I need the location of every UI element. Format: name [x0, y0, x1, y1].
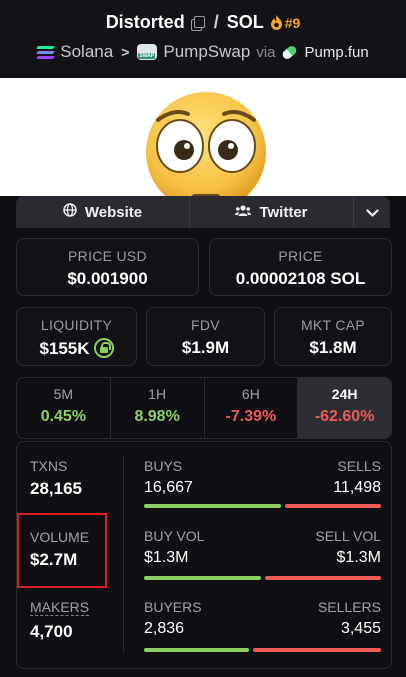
pumpfun-icon [280, 43, 298, 61]
sellers-value: 3,455 [340, 620, 381, 637]
makers-value: 4,700 [30, 622, 73, 641]
liquidity-value: $155K [39, 339, 90, 358]
chevron-down-icon [365, 204, 379, 221]
txns-label: TXNS [30, 458, 68, 474]
txns-value: 28,165 [30, 479, 82, 498]
website-button[interactable]: Website [16, 196, 190, 228]
token-name: Distorted [105, 12, 185, 32]
sellvol-bar [265, 576, 381, 580]
sellvol-value: $1.3M [336, 549, 381, 566]
title-row: Distorted / SOL #9 [0, 12, 406, 33]
pumpswap-icon [137, 44, 158, 60]
sells-bar [285, 504, 381, 508]
trade-stats-panel: TXNS 28,165 VOLUME $2.7M MAKERS 4,700 BU… [16, 441, 392, 669]
flame-icon [270, 15, 283, 30]
price-usd-label: PRICE USD [68, 248, 147, 264]
buyvol-label: BUY VOL [144, 528, 205, 544]
twitter-button[interactable]: Twitter [190, 196, 354, 228]
chain-link[interactable]: Solana [60, 42, 113, 62]
users-icon [235, 204, 252, 221]
quote-token: SOL [226, 12, 264, 32]
twitter-label: Twitter [259, 203, 308, 221]
makers-stat: MAKERS 4,700 [30, 599, 90, 642]
tab-1h-change: 8.98% [134, 408, 180, 425]
copy-icon[interactable] [190, 15, 205, 31]
tab-1h-label: 1H [148, 386, 167, 402]
tab-24h-change: -62.60% [314, 408, 375, 425]
price-native-label: PRICE [278, 248, 323, 264]
mcap-card: MKT CAP $1.8M [274, 307, 392, 366]
price-usd-card: PRICE USD $0.001900 [16, 238, 199, 296]
sellers-label: SELLERS [317, 599, 381, 615]
stats-divider [123, 456, 124, 652]
mcap-value: $1.8M [309, 338, 357, 357]
breadcrumb: Solana > PumpSwap via Pump.fun [0, 42, 406, 62]
timeframe-tabs: 5M 0.45% 1H 8.98% 6H -7.39% 24H -62.60% [16, 377, 392, 439]
liquidity-label: LIQUIDITY [40, 317, 113, 333]
buys-label: BUYS [144, 458, 183, 474]
lock-icon[interactable] [93, 338, 114, 358]
pair-header: Distorted / SOL #9 Solana > PumpSwap via… [0, 0, 406, 78]
trending-rank[interactable]: #9 [270, 14, 301, 31]
makers-label[interactable]: MAKERS [30, 599, 90, 616]
buyers-label: BUYERS [144, 599, 202, 615]
liquidity-row: $155K [17, 338, 136, 359]
fdv-card: FDV $1.9M [146, 307, 265, 366]
buys-bar [144, 504, 281, 508]
liquidity-card: LIQUIDITY $155K [16, 307, 137, 366]
buyvol-value: $1.3M [144, 549, 189, 566]
tab-6h[interactable]: 6H -7.39% [205, 378, 299, 438]
tab-5m-label: 5M [53, 386, 74, 402]
sellers-bar [253, 648, 381, 652]
fdv-value: $1.9M [181, 338, 230, 357]
launchpad-link[interactable]: Pump.fun [305, 44, 369, 61]
solana-icon [36, 45, 55, 59]
buyers-value: 2,836 [144, 620, 185, 637]
tab-5m[interactable]: 5M 0.45% [17, 378, 111, 438]
mcap-label: MKT CAP [300, 317, 366, 333]
tab-6h-change: -7.39% [225, 408, 277, 425]
more-links-button[interactable] [354, 196, 390, 228]
rank-value: #9 [284, 14, 301, 31]
fdv-label: FDV [191, 317, 220, 333]
sells-label: SELLS [337, 458, 381, 474]
tab-1h[interactable]: 1H 8.98% [111, 378, 205, 438]
tab-6h-label: 6H [241, 386, 260, 402]
chevron-right-icon: > [121, 44, 130, 60]
via-text: via [256, 43, 276, 61]
price-native-value: 0.00002108 SOL [235, 269, 366, 288]
tab-5m-change: 0.45% [40, 408, 87, 425]
volume-split-row: BUY VOL SELL VOL $1.3M $1.3M [144, 528, 381, 567]
pair-separator: / [213, 12, 219, 32]
sells-value: 11,498 [333, 479, 381, 496]
website-label: Website [84, 203, 143, 221]
buys-value: 16,667 [144, 479, 193, 496]
txns-stat: TXNS 28,165 [30, 458, 82, 499]
volume-label: VOLUME [30, 529, 90, 545]
price-native-card: PRICE 0.00002108 SOL [209, 238, 392, 296]
tab-24h-label: 24H [331, 386, 358, 402]
buyers-bar [144, 648, 249, 652]
buyers-sellers-row: BUYERS SELLERS 2,836 3,455 [144, 599, 381, 638]
volume-stat: VOLUME $2.7M [30, 529, 89, 570]
volume-value: $2.7M [30, 550, 78, 569]
sellvol-label: SELL VOL [315, 528, 381, 544]
flushed-face-image [146, 92, 266, 196]
social-links-bar: Website Twitter [16, 196, 390, 228]
buyvol-bar [144, 576, 261, 580]
token-banner [0, 78, 406, 196]
globe-icon [63, 203, 77, 221]
tab-24h[interactable]: 24H -62.60% [298, 378, 391, 438]
buys-sells-row: BUYS SELLS 16,667 11,498 [144, 458, 381, 497]
price-usd-value: $0.001900 [67, 269, 148, 288]
dex-link[interactable]: PumpSwap [163, 42, 250, 62]
